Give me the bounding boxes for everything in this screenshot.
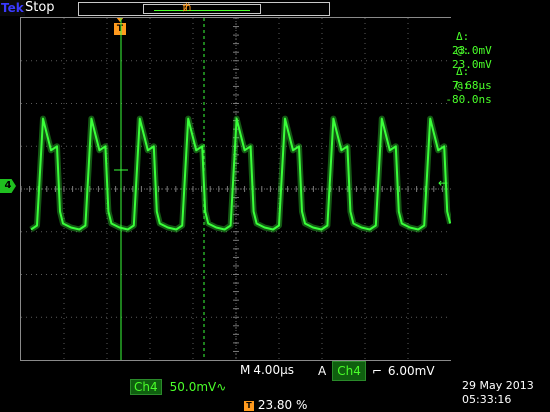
graticule-svg [21,18,451,360]
brand-logo: Tek [0,0,25,16]
horizontal-position-value: 23.80 % [257,398,308,412]
trigger-level: 6.00mV [387,364,435,378]
cursor-label: @: [456,79,470,92]
date-time: 29 May 2013 05:33:16 [462,379,548,407]
cursor-row: Δ: 7.68µs [452,51,496,92]
timebase-value: 4.00µs [253,363,294,377]
coupling-icon: ∿ [216,380,227,394]
horizontal-position-readout[interactable]: T 23.80 % [244,398,307,412]
trigger-readout[interactable]: A Ch4 ⌐ 6.00mV [318,361,435,381]
record-view-window [143,4,261,14]
channel-ground-marker[interactable]: 4 [0,179,16,193]
acquisition-state: Stop [25,0,55,15]
bottom-readouts: M 4.00µs A Ch4 ⌐ 6.00mV Ch4 50.0mV∿ T 23.80 %… [0,359,550,412]
trigger-level-arrow-icon[interactable]: ← [438,176,448,190]
record-trigger-marker-icon: ᵺ [182,1,192,14]
channel-scale: 50.0mV [169,380,217,394]
oscilloscope-display: Tek Stop ᵺ T 4 ← Δ: 23.0mV @: 23.0mV Δ: … [0,0,550,412]
record-view-bar: ᵺ [78,1,330,16]
cursor-row: Δ: 23.0mV [452,16,496,57]
graticule [20,17,451,361]
falling-edge-icon: ⌐ [371,364,382,378]
timebase-label: M [240,363,251,377]
trigger-source: Ch4 [332,361,366,381]
time-text: 05:33:16 [462,393,512,406]
timebase-readout[interactable]: M 4.00µs [240,361,294,379]
record-view-trace [154,10,250,11]
channel-name: Ch4 [130,379,162,395]
trigger-mode: A [318,364,327,378]
cursor-row: @: -80.0ns [445,65,496,106]
trigger-position-icon: T [244,400,254,411]
cursor-row: @: 23.0mV [452,30,496,71]
date-text: 29 May 2013 [462,379,534,392]
cursor-value: -80.0ns [445,93,492,106]
channel-readout[interactable]: Ch4 50.0mV∿ [130,379,227,395]
status-bar: Tek Stop ᵺ [0,0,550,16]
